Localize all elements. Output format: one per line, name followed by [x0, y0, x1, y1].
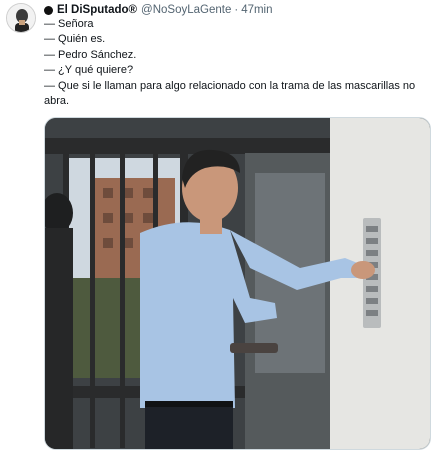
user-handle[interactable]: @NoSoyLaGente: [141, 4, 231, 16]
photo-image: [45, 118, 430, 449]
avatar[interactable]: [6, 3, 36, 33]
tweet-text: — Señora — Quién es. — Pedro Sánchez. — …: [44, 17, 440, 109]
separator: ·: [234, 4, 239, 16]
display-name[interactable]: El DiSputado®: [57, 4, 137, 16]
tweet-line: — Señora: [44, 18, 94, 30]
tweet-line: — ¿Y qué quiere?: [44, 64, 134, 77]
tweet-header: El DiSputado® @NoSoyLaGente · 47min: [44, 3, 273, 17]
tweet-line: — Quién es.: [44, 33, 106, 46]
tweet-line: — Pedro Sánchez.: [44, 48, 137, 61]
tweet-photo[interactable]: [44, 117, 431, 450]
timestamp[interactable]: 47min: [241, 4, 272, 16]
tweet-line: — Que si le llaman para algo relacionado…: [44, 79, 416, 108]
verified-dot-icon: [44, 5, 53, 15]
tweet[interactable]: El DiSputado® @NoSoyLaGente · 47min — Se…: [0, 0, 448, 453]
